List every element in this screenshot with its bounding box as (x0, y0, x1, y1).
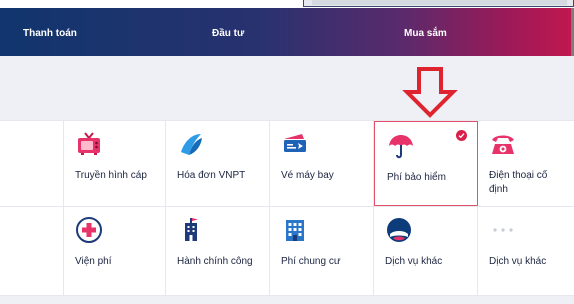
tv-icon (78, 132, 100, 155)
top-nav-bar: Thanh toán Đầu tư Mua sắm (0, 8, 574, 56)
plane-ticket-icon (284, 134, 306, 152)
umbrella-icon (389, 135, 413, 159)
hospital-cross-icon (76, 217, 102, 243)
vnpt-logo-icon (181, 134, 202, 155)
service-label: Viện phí (75, 256, 112, 267)
apartment-building-icon (286, 220, 304, 241)
nav-tab-dau-tu[interactable]: Đầu tư (212, 28, 244, 39)
other-service-logo-icon (387, 218, 411, 242)
bottom-band (0, 296, 574, 304)
service-tile-other-service[interactable]: Dịch vụ khác (373, 206, 477, 295)
spacer-band (0, 56, 574, 120)
service-tile-hospital-fee[interactable]: Viện phí (63, 206, 165, 295)
down-arrow-annotation-icon (402, 67, 458, 118)
service-tile-apartment-fee[interactable]: Phí chung cư (269, 206, 373, 295)
top-window-frame (303, 0, 574, 7)
nav-tab-mua-sam[interactable]: Mua sắm (404, 28, 447, 39)
service-tile-vnpt-bill[interactable]: Hóa đơn VNPT (165, 120, 269, 206)
service-label: Hành chính công (177, 256, 253, 267)
telephone-icon (492, 135, 514, 154)
government-building-icon (185, 218, 198, 241)
service-label: Truyền hình cáp (75, 170, 147, 181)
service-label: Dịch vụ khác (489, 256, 547, 267)
selected-check-badge (456, 130, 467, 141)
service-tile-landline[interactable]: Điện thoại cố định (477, 120, 574, 206)
service-label: Vé máy bay (281, 170, 334, 181)
service-label: Điện thoại cố định (489, 170, 548, 195)
service-label: Phí chung cư (281, 256, 341, 267)
service-grid: Truyền hình cáp Hóa đơn VNPT Vé máy bay … (0, 120, 574, 296)
nav-tab-thanh-toan[interactable]: Thanh toán (23, 28, 77, 39)
service-tile-insurance-fee[interactable]: Phí bảo hiểm (374, 121, 478, 206)
more-dots-icon (493, 228, 513, 232)
service-tile-plane-ticket[interactable]: Vé máy bay (269, 120, 373, 206)
service-label: Hóa đơn VNPT (177, 170, 246, 181)
service-tile-public-admin[interactable]: Hành chính công (165, 206, 269, 295)
service-label: Dịch vụ khác (385, 256, 443, 267)
service-label: Phí bảo hiểm (387, 172, 446, 183)
service-tile-cable-tv[interactable]: Truyền hình cáp (63, 120, 165, 206)
service-tile-more-services[interactable]: Dịch vụ khác (477, 206, 574, 295)
